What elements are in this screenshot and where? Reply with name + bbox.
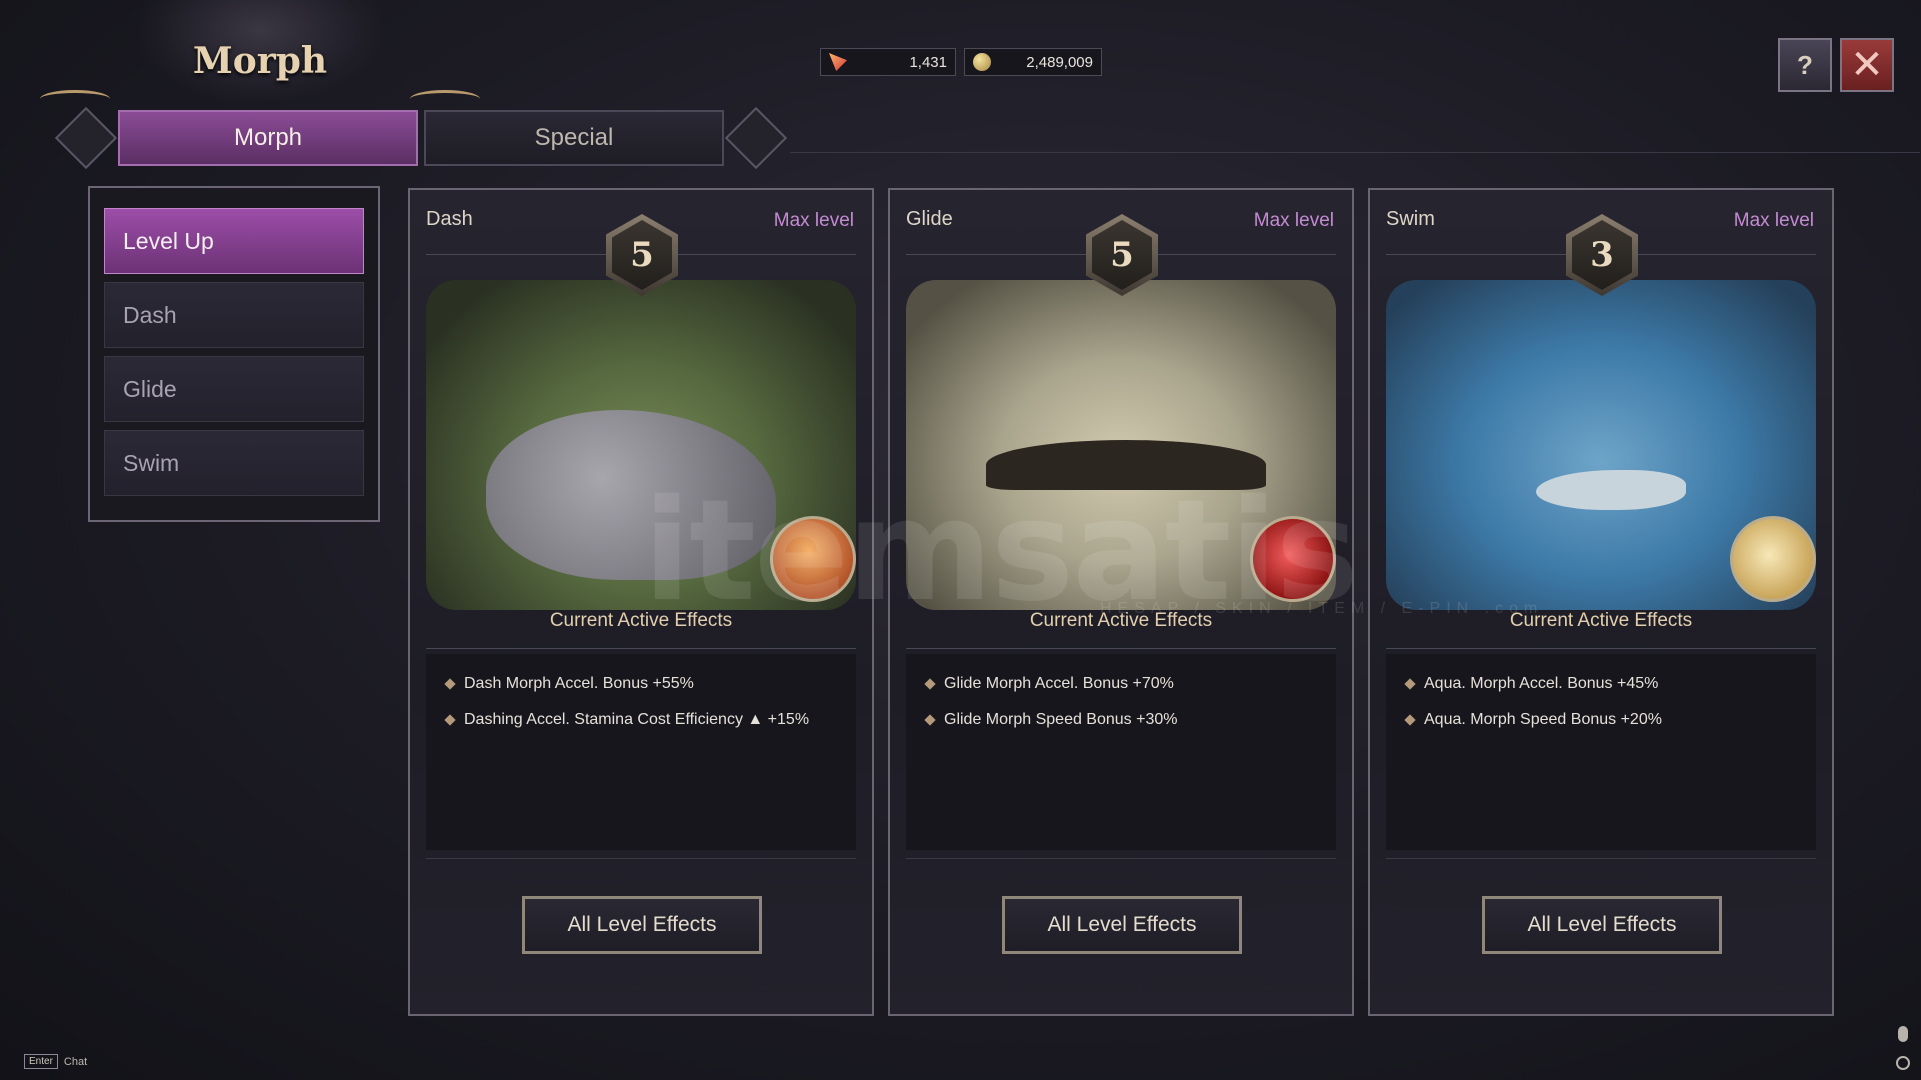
menu-item-dash[interactable]: Dash xyxy=(104,282,364,348)
effect-item: Dashing Accel. Stamina Cost Efficiency ▲… xyxy=(444,702,856,738)
menu-item-swim[interactable]: Swim xyxy=(104,430,364,496)
page-title: Morph xyxy=(192,40,328,82)
effects-bottom-divider xyxy=(1386,858,1816,859)
effects-list: Dash Morph Accel. Bonus +55% Dashing Acc… xyxy=(426,654,856,850)
all-level-effects-button[interactable]: All Level Effects xyxy=(1482,896,1722,954)
effects-divider xyxy=(426,648,856,649)
leopard-figure xyxy=(486,410,776,580)
menu-item-glide[interactable]: Glide xyxy=(104,356,364,422)
diamond-bullet-icon xyxy=(924,678,936,690)
effect-text: Glide Morph Speed Bonus +30% xyxy=(944,711,1178,728)
effects-title: Current Active Effects xyxy=(1509,610,1693,631)
chat-hint[interactable]: Enter Chat xyxy=(24,1054,87,1069)
effects-divider xyxy=(906,648,1336,649)
level-number: 5 xyxy=(1092,220,1152,290)
tab-special[interactable]: Special xyxy=(424,110,724,166)
tab-prev-arrow[interactable] xyxy=(54,106,118,170)
effects-list: Aqua. Morph Accel. Bonus +45% Aqua. Morp… xyxy=(1386,654,1816,850)
effect-item: Dash Morph Accel. Bonus +55% xyxy=(444,666,856,702)
tab-bar: Morph Special xyxy=(50,106,790,170)
diamond-bullet-icon xyxy=(1404,678,1416,690)
effect-text: Dash Morph Accel. Bonus +55% xyxy=(464,675,694,692)
currency-gem: 1,431 xyxy=(820,48,956,76)
level-number: 5 xyxy=(612,220,672,290)
tab-divider xyxy=(790,152,1920,153)
diamond-bullet-icon xyxy=(444,714,456,726)
morph-screen: Morph 1,431 2,489,009 ? ✕ Morph Special … xyxy=(0,0,1921,1080)
enter-key-hint: Enter xyxy=(24,1054,58,1069)
effect-item: Aqua. Morph Speed Bonus +20% xyxy=(1404,702,1816,738)
question-book-icon: ? xyxy=(1797,49,1813,80)
effect-item: Glide Morph Accel. Bonus +70% xyxy=(924,666,1336,702)
effects-divider xyxy=(1386,648,1816,649)
microphone-icon[interactable] xyxy=(1898,1026,1908,1042)
max-level-label: Max level xyxy=(1733,210,1814,231)
settings-icon[interactable] xyxy=(1896,1056,1910,1070)
help-button[interactable]: ? xyxy=(1778,38,1832,92)
effect-text: Aqua. Morph Accel. Bonus +45% xyxy=(1424,675,1659,692)
all-level-effects-button[interactable]: All Level Effects xyxy=(1002,896,1242,954)
card-title: Glide xyxy=(906,208,953,230)
close-button[interactable]: ✕ xyxy=(1840,38,1894,92)
all-level-effects-button[interactable]: All Level Effects xyxy=(522,896,762,954)
max-level-label: Max level xyxy=(773,210,854,231)
morph-portrait-icon[interactable] xyxy=(770,516,856,602)
eagle-figure xyxy=(986,440,1266,490)
chat-label: Chat xyxy=(63,1055,88,1068)
effects-title: Current Active Effects xyxy=(1029,610,1213,631)
effect-item: Aqua. Morph Accel. Bonus +45% xyxy=(1404,666,1816,702)
diamond-bullet-icon xyxy=(444,678,456,690)
card-title: Swim xyxy=(1386,208,1435,230)
effects-bottom-divider xyxy=(906,858,1336,859)
effect-text: Glide Morph Accel. Bonus +70% xyxy=(944,675,1174,692)
coin-amount: 2,489,009 xyxy=(1026,53,1093,71)
diamond-bullet-icon xyxy=(1404,714,1416,726)
gem-amount: 1,431 xyxy=(909,53,947,71)
tab-next-arrow[interactable] xyxy=(724,106,788,170)
max-level-label: Max level xyxy=(1253,210,1334,231)
effects-title: Current Active Effects xyxy=(549,610,733,631)
coin-icon xyxy=(973,53,991,71)
effect-text: Aqua. Morph Speed Bonus +20% xyxy=(1424,711,1662,728)
currency-coin: 2,489,009 xyxy=(964,48,1102,76)
seal-figure xyxy=(1536,470,1686,510)
close-icon: ✕ xyxy=(1850,42,1884,88)
effect-text: Dashing Accel. Stamina Cost Efficiency ▲… xyxy=(464,711,810,728)
side-menu: Level Up Dash Glide Swim xyxy=(88,186,380,522)
morph-portrait-icon[interactable] xyxy=(1250,516,1336,602)
morph-card-glide: Glide Max level 5 Current Active Effects… xyxy=(888,188,1354,1016)
morph-portrait-icon[interactable] xyxy=(1730,516,1816,602)
diamond-bullet-icon xyxy=(924,714,936,726)
menu-item-level-up[interactable]: Level Up xyxy=(104,208,364,274)
level-number: 3 xyxy=(1572,220,1632,290)
card-title: Dash xyxy=(426,208,473,230)
gem-icon xyxy=(829,53,847,71)
morph-card-dash: Dash Max level 5 Current Active Effects … xyxy=(408,188,874,1016)
title-crest: Morph xyxy=(40,0,480,110)
effects-bottom-divider xyxy=(426,858,856,859)
effect-item: Glide Morph Speed Bonus +30% xyxy=(924,702,1336,738)
effects-list: Glide Morph Accel. Bonus +70% Glide Morp… xyxy=(906,654,1336,850)
tab-morph[interactable]: Morph xyxy=(118,110,418,166)
morph-card-swim: Swim Max level 3 Current Active Effects … xyxy=(1368,188,1834,1016)
